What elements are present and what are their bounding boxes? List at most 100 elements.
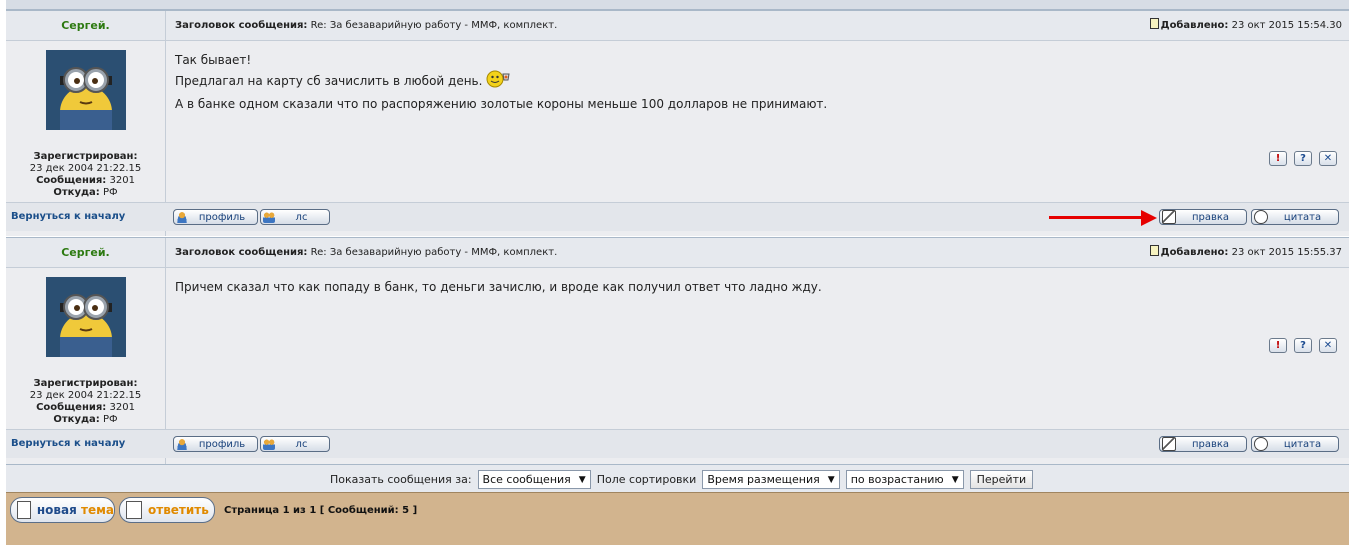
- new-topic-button[interactable]: новая тема: [10, 497, 115, 523]
- messages-count: 3201: [109, 175, 135, 186]
- profile-label: профиль: [198, 438, 246, 450]
- post-1: Сергей. Заголовок сообщения: Re: За беза…: [6, 10, 1349, 236]
- profile-icon: [176, 438, 188, 450]
- order-value: по возрастанию: [850, 473, 944, 486]
- registered-label: Зарегистрирован:: [33, 151, 138, 162]
- edit-icon: [1162, 210, 1176, 224]
- post-2: Сергей. Заголовок сообщения: Re: За беза…: [6, 237, 1349, 464]
- pagination-info: Страница 1 из 1 [ Сообщений: 5 ]: [224, 505, 418, 516]
- pm-label: лс: [295, 211, 308, 223]
- dropdown-arrow-icon: ▼: [578, 474, 586, 485]
- post-tools: ! ? ✕: [1269, 151, 1337, 166]
- post-link-icon[interactable]: [1149, 245, 1159, 256]
- post-header: Сергей. Заголовок сообщения: Re: За беза…: [6, 11, 1349, 41]
- show-label: Показать сообщения за:: [330, 473, 472, 486]
- dropdown-arrow-icon: ▼: [827, 474, 835, 485]
- post-author[interactable]: Сергей.: [6, 11, 165, 40]
- post-date: Добавлено: 23 окт 2015 15:54.30: [1149, 11, 1342, 40]
- sort-label: Поле сортировки: [596, 473, 697, 486]
- report-icon[interactable]: !: [1269, 151, 1287, 166]
- report-icon[interactable]: !: [1269, 338, 1287, 353]
- added-date: 23 окт 2015 15:54.30: [1231, 20, 1342, 31]
- quote-label: цитата: [1283, 211, 1322, 223]
- avatar: [46, 277, 126, 357]
- show-value: Все сообщения: [482, 473, 571, 486]
- sort-value: Время размещения: [707, 473, 820, 486]
- back-to-top-link[interactable]: Вернуться к началу: [11, 203, 125, 231]
- sort-controls: Показать сообщения за: Все сообщения ▼ По…: [330, 470, 1034, 489]
- order-select[interactable]: по возрастанию ▼: [845, 470, 964, 489]
- back-to-top-link[interactable]: Вернуться к началу: [11, 430, 125, 458]
- added-label: Добавлено:: [1160, 247, 1229, 258]
- profile-icon: [176, 211, 188, 223]
- post-body: Причем сказал что как попаду в банк, то …: [175, 277, 822, 297]
- top-divider: [6, 0, 1349, 10]
- author-info: Зарегистрирован: 23 дек 2004 21:22.15 Со…: [6, 151, 165, 199]
- edit-label: правка: [1191, 211, 1230, 223]
- delete-icon[interactable]: ✕: [1319, 338, 1337, 353]
- post-date: Добавлено: 23 окт 2015 15:55.37: [1149, 238, 1342, 267]
- edit-icon: [1162, 437, 1176, 451]
- profile-button[interactable]: профиль: [173, 209, 258, 225]
- info-icon[interactable]: ?: [1294, 338, 1312, 353]
- post-body-line: А в банке одном сказали что по распоряже…: [175, 97, 828, 111]
- messages-label: Сообщения:: [36, 175, 107, 186]
- quote-button[interactable]: цитата: [1251, 436, 1339, 452]
- post-footer: Вернуться к началу профиль лс правка цит…: [6, 429, 1349, 458]
- subject-text: Re: За безаварийную работу - ММФ, компле…: [310, 247, 558, 258]
- post-tools: ! ? ✕: [1269, 338, 1337, 353]
- edit-label: правка: [1191, 438, 1230, 450]
- annotation-arrow-line: [1049, 216, 1145, 219]
- subject-label: Заголовок сообщения:: [175, 247, 308, 258]
- document-icon: [126, 501, 142, 519]
- quote-icon: [1254, 437, 1268, 451]
- author-info: Зарегистрирован: 23 дек 2004 21:22.15 Со…: [6, 378, 165, 426]
- quote-icon: [1254, 210, 1268, 224]
- new-topic-label-b: тема: [81, 503, 114, 517]
- sort-select[interactable]: Время размещения ▼: [702, 470, 840, 489]
- post-subject: Заголовок сообщения: Re: За безаварийную…: [175, 11, 557, 40]
- bottom-bar: новая тема ответить Страница 1 из 1 [ Со…: [6, 492, 1349, 545]
- registered-date: 23 дек 2004 21:22.15: [29, 163, 142, 174]
- pm-icon: [263, 438, 275, 450]
- post-body-line: Причем сказал что как попаду в банк, то …: [175, 280, 822, 294]
- from-label: Откуда:: [53, 187, 100, 198]
- registered-date: 23 дек 2004 21:22.15: [29, 390, 142, 401]
- post-body-line: Предлагал на карту сб зачислить в любой …: [175, 74, 483, 88]
- profile-button[interactable]: профиль: [173, 436, 258, 452]
- from-value: РФ: [102, 414, 118, 425]
- show-select[interactable]: Все сообщения ▼: [477, 470, 591, 489]
- messages-count: 3201: [109, 402, 135, 413]
- info-icon[interactable]: ?: [1294, 151, 1312, 166]
- added-date: 23 окт 2015 15:55.37: [1231, 247, 1342, 258]
- pm-button[interactable]: лс: [260, 209, 330, 225]
- post-link-icon[interactable]: [1149, 18, 1159, 29]
- go-button[interactable]: Перейти: [969, 470, 1034, 489]
- messages-label: Сообщения:: [36, 402, 107, 413]
- subject-label: Заголовок сообщения:: [175, 20, 308, 31]
- reply-button[interactable]: ответить: [119, 497, 215, 523]
- post-subject: Заголовок сообщения: Re: За безаварийную…: [175, 238, 557, 267]
- new-topic-label-a: новая: [36, 503, 77, 517]
- post-body-line: Так бывает!: [175, 53, 252, 67]
- edit-button[interactable]: правка: [1159, 209, 1247, 225]
- added-label: Добавлено:: [1160, 20, 1229, 31]
- post-author[interactable]: Сергей.: [6, 238, 165, 267]
- post-body: Так бывает! Предлагал на карту сб зачисл…: [175, 50, 827, 114]
- sort-bar: Показать сообщения за: Все сообщения ▼ По…: [6, 464, 1349, 493]
- profile-label: профиль: [198, 211, 246, 223]
- annotation-arrow-head: [1141, 210, 1157, 226]
- quote-button[interactable]: цитата: [1251, 209, 1339, 225]
- pm-icon: [263, 211, 275, 223]
- post-header: Сергей. Заголовок сообщения: Re: За беза…: [6, 238, 1349, 268]
- avatar: [46, 50, 126, 130]
- smiley-icon: [486, 70, 512, 94]
- edit-button[interactable]: правка: [1159, 436, 1247, 452]
- post-body-line-with-smiley: Предлагал на карту сб зачислить в любой …: [175, 70, 827, 94]
- subject-text: Re: За безаварийную работу - ММФ, компле…: [310, 20, 558, 31]
- delete-icon[interactable]: ✕: [1319, 151, 1337, 166]
- pm-button[interactable]: лс: [260, 436, 330, 452]
- document-icon: [17, 501, 31, 519]
- pm-label: лс: [295, 438, 308, 450]
- reply-label: ответить: [148, 503, 209, 517]
